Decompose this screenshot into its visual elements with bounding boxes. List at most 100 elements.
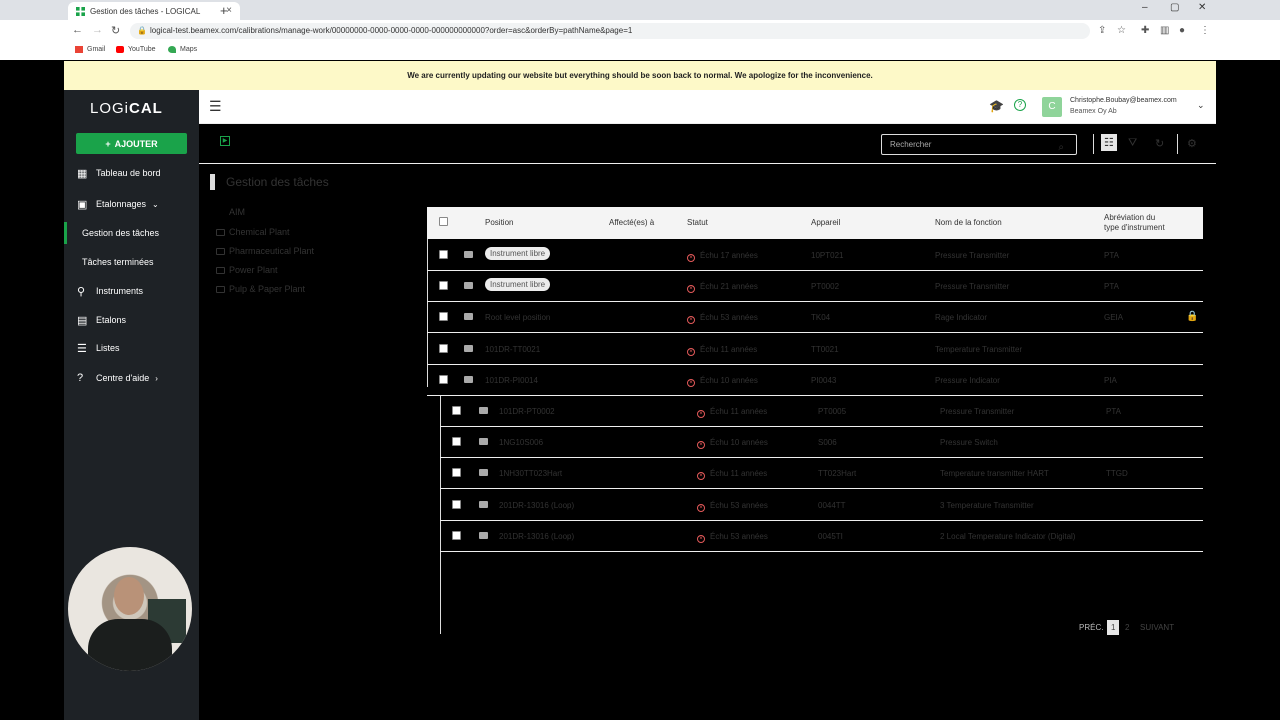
row-checkbox[interactable] xyxy=(452,499,461,509)
table-row[interactable]: 201DR-13016 (Loop) × Échu 53 années 0044TT 3… xyxy=(440,490,1203,521)
dashboard-grid-icon: ▦ xyxy=(77,167,88,180)
forward-arrow-icon[interactable]: → xyxy=(92,24,103,36)
share-icon[interactable]: ⇪ xyxy=(1098,25,1106,36)
browser-tab[interactable]: Gestion des tâches - LOGICAL × xyxy=(68,2,240,20)
presenter-body xyxy=(88,619,172,671)
sidebar-item-instruments[interactable]: ⚲ Instruments xyxy=(64,280,199,302)
new-tab-icon[interactable]: + xyxy=(220,3,228,18)
profile-icon[interactable]: ● xyxy=(1179,25,1185,36)
bookmark-youtube[interactable]: YouTube xyxy=(116,46,156,53)
tree-item[interactable]: Power Plant xyxy=(216,265,278,275)
cell-instrument-type: TTGD xyxy=(1106,469,1128,479)
cell-position[interactable]: 101DR-PT0002 xyxy=(499,407,555,416)
user-avatar[interactable]: C xyxy=(1042,97,1062,117)
maintenance-banner: We are currently updating our website bu… xyxy=(64,61,1216,90)
cell-position[interactable]: 101DR-PI0014 xyxy=(485,376,538,385)
maximize-window-icon[interactable]: ▢ xyxy=(1170,2,1179,13)
play-tutorial-icon[interactable]: ▶ xyxy=(220,136,230,146)
overdue-x-icon: × xyxy=(687,347,695,356)
graduation-cap-icon[interactable]: 🎓 xyxy=(989,99,1004,113)
table-row[interactable]: 101DR-PT0002 × Échu 11 années PT0005 Pressur… xyxy=(440,396,1203,427)
browser-tab-strip: Gestion des tâches - LOGICAL × + – ▢ ✕ xyxy=(0,0,1280,20)
bookmark-star-icon[interactable]: ☆ xyxy=(1117,25,1126,36)
overdue-x-icon: × xyxy=(697,472,705,481)
position-badge[interactable]: Instrument libre xyxy=(485,247,551,260)
sidebar-item-calibrations[interactable]: ▣ Etalonnages ⌄ xyxy=(64,193,199,215)
table-row[interactable]: 101DR-TT0021 × Échu 11 années TT0021 Tempera… xyxy=(427,334,1203,365)
tree-item[interactable]: Pulp & Paper Plant xyxy=(216,284,305,294)
bookmark-maps[interactable]: Maps xyxy=(168,46,197,53)
table-row[interactable]: 201DR-13016 (Loop) × Échu 53 années 0045TI 2… xyxy=(440,521,1203,552)
pagination-next[interactable]: SUIVANT xyxy=(1140,623,1174,632)
pagination-page-1[interactable]: 1 xyxy=(1107,620,1120,635)
row-checkbox[interactable] xyxy=(439,343,448,353)
folder-icon xyxy=(464,282,473,290)
row-checkbox[interactable] xyxy=(452,406,461,415)
column-header-status[interactable]: Statut xyxy=(687,218,708,227)
row-checkbox[interactable] xyxy=(439,374,448,384)
table-row[interactable]: 1NH30TT023Hart × Échu 11 années TT023Hart Te… xyxy=(440,458,1203,490)
cell-device: PT0005 xyxy=(818,407,847,416)
table-row[interactable]: Instrument libre × Échu 17 années 10PT021 Pr… xyxy=(427,240,1203,271)
pagination-prev[interactable]: PRÉC. xyxy=(1079,623,1103,632)
sidebar-item-dashboard[interactable]: ▦ Tableau de bord xyxy=(64,162,199,184)
sidebar-item-help-center[interactable]: ? Centre d'aide › xyxy=(64,367,199,389)
column-header-instrument-type[interactable]: Abréviation du type d'instrument xyxy=(1104,213,1165,233)
table-row[interactable]: Instrument libre × Échu 21 années PT0002 Pre… xyxy=(427,271,1203,303)
pagination-page-2[interactable]: 2 xyxy=(1125,623,1129,632)
row-checkbox[interactable] xyxy=(452,468,461,478)
cell-status: × Échu 10 années xyxy=(687,376,758,387)
cell-position[interactable]: 201DR-13016 (Loop) xyxy=(499,501,574,510)
plus-icon: + xyxy=(105,138,111,149)
column-header-assigned[interactable]: Affecté(es) à xyxy=(609,218,654,227)
tree-view-icon[interactable]: ☷ xyxy=(1101,134,1117,151)
row-checkbox[interactable] xyxy=(439,312,448,322)
column-header-position[interactable]: Position xyxy=(485,218,513,227)
sidebar-item-lists[interactable]: ☰ Listes xyxy=(64,337,199,359)
cell-position[interactable]: 1NG10S006 xyxy=(499,438,543,447)
bookmark-gmail[interactable]: Gmail xyxy=(75,46,105,53)
table-row[interactable]: Root level position × Échu 53 années TK04 Ra… xyxy=(427,302,1203,334)
settings-gear-icon[interactable]: ⚙ xyxy=(1187,137,1197,150)
user-menu-chevron-icon[interactable]: ⌄ xyxy=(1197,100,1205,111)
position-badge[interactable]: Instrument libre xyxy=(485,278,551,292)
select-all-checkbox[interactable] xyxy=(439,217,448,226)
column-header-function[interactable]: Nom de la fonction xyxy=(935,218,1002,227)
row-checkbox[interactable] xyxy=(452,530,461,540)
url-field[interactable]: 🔒 logical-test.beamex.com/calibrations/m… xyxy=(130,23,1090,39)
cell-position[interactable]: 101DR-TT0021 xyxy=(485,345,540,354)
side-panel-icon[interactable]: ▥ xyxy=(1160,25,1169,36)
cell-position[interactable]: 201DR-13016 (Loop) xyxy=(499,532,574,541)
logical-logo[interactable]: LOGiCAL xyxy=(90,100,163,117)
add-button[interactable]: + AJOUTER xyxy=(76,133,187,154)
back-arrow-icon[interactable]: ← xyxy=(72,24,83,36)
tree-root[interactable]: AIM xyxy=(229,207,245,217)
cell-position[interactable]: 1NH30TT023Hart xyxy=(499,469,562,478)
tree-item[interactable]: Chemical Plant xyxy=(216,227,290,237)
filter-icon[interactable]: ⛛ xyxy=(1128,137,1137,150)
table-row[interactable]: 1NG10S006 × Échu 10 années S006 Pressure Swi… xyxy=(440,427,1203,459)
hamburger-menu-icon[interactable]: ☰ xyxy=(209,98,222,115)
reload-icon[interactable]: ↻ xyxy=(111,24,120,37)
cell-position[interactable]: Root level position xyxy=(485,313,550,322)
close-window-icon[interactable]: ✕ xyxy=(1198,2,1206,13)
folder-icon xyxy=(464,251,473,258)
sidebar-item-references[interactable]: ▤ Etalons xyxy=(64,309,199,331)
column-header-device[interactable]: Appareil xyxy=(811,218,840,227)
search-input[interactable]: Rechercher ⌕ xyxy=(881,134,1077,155)
row-checkbox[interactable] xyxy=(439,250,448,259)
minimize-window-icon[interactable]: – xyxy=(1142,2,1148,13)
row-checkbox[interactable] xyxy=(452,437,461,447)
tree-item[interactable]: Pharmaceutical Plant xyxy=(216,246,314,256)
row-checkbox[interactable] xyxy=(439,281,448,291)
sidebar-item-task-management[interactable]: Gestion des tâches xyxy=(64,222,199,244)
help-icon[interactable]: ? xyxy=(1014,99,1026,111)
table-row[interactable]: 101DR-PI0014 × Échu 10 années PI0043 Pressur… xyxy=(427,365,1203,396)
cell-status: × Échu 53 années xyxy=(687,313,758,325)
browser-menu-icon[interactable]: ⋮ xyxy=(1200,25,1210,36)
bookmarks-bar: Gmail YouTube Maps xyxy=(0,42,1280,60)
refresh-icon[interactable]: ↻ xyxy=(1155,137,1164,150)
search-icon[interactable]: ⌕ xyxy=(1058,138,1064,157)
extensions-icon[interactable]: ✚ xyxy=(1141,25,1149,36)
sidebar-item-completed-tasks[interactable]: Tâches terminées xyxy=(64,251,199,273)
